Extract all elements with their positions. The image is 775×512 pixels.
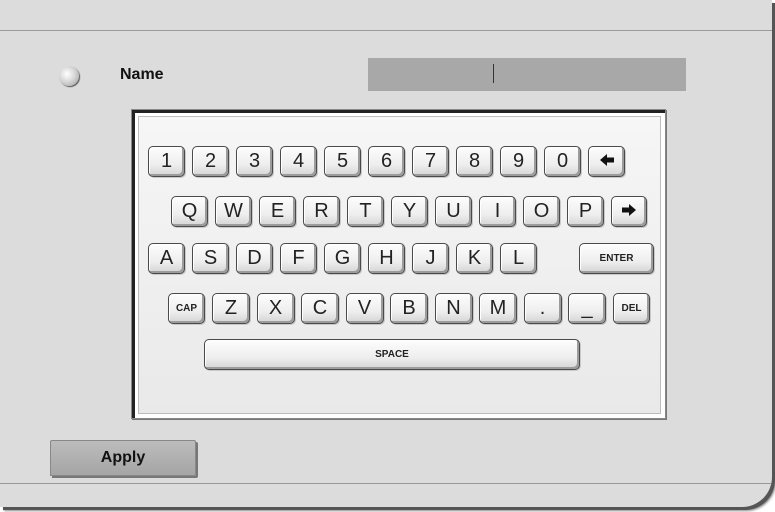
- key-z[interactable]: Z: [212, 293, 250, 324]
- key-label: .: [539, 297, 546, 319]
- key-label: Z: [224, 297, 238, 319]
- key-label: C: [312, 297, 328, 319]
- key-label: E: [270, 200, 285, 222]
- key-label: K: [467, 247, 482, 269]
- key-5[interactable]: 5: [324, 146, 361, 177]
- key-label: 0: [556, 150, 569, 172]
- key-caps[interactable]: CAP: [168, 293, 205, 324]
- key-h[interactable]: H: [368, 243, 405, 274]
- bottom-divider: [0, 483, 772, 484]
- key-0[interactable]: 0: [544, 146, 581, 177]
- key-label: H: [379, 247, 394, 269]
- key-delete[interactable]: DEL: [613, 293, 650, 324]
- key-p[interactable]: P: [567, 196, 604, 227]
- key-m[interactable]: M: [479, 293, 517, 324]
- key-label: CAP: [175, 303, 198, 314]
- key-a[interactable]: A: [148, 243, 185, 274]
- key-t[interactable]: T: [347, 196, 384, 227]
- key-label: W: [224, 200, 243, 222]
- key-y[interactable]: Y: [391, 196, 428, 227]
- key-d[interactable]: D: [236, 243, 273, 274]
- key-s[interactable]: S: [192, 243, 229, 274]
- key-l[interactable]: L: [500, 243, 537, 274]
- key-6[interactable]: 6: [368, 146, 405, 177]
- key-label: 1: [160, 150, 173, 172]
- key-8[interactable]: 8: [456, 146, 493, 177]
- key-label: U: [446, 200, 461, 222]
- key-enter[interactable]: ENTER: [579, 243, 654, 274]
- name-radio-button[interactable]: [59, 66, 79, 86]
- key-label: S: [203, 247, 218, 269]
- key-q[interactable]: Q: [171, 196, 208, 227]
- key-label: I: [494, 200, 501, 222]
- key-label: T: [359, 200, 372, 222]
- right-arrow-icon: [621, 200, 637, 223]
- key-label: G: [334, 247, 351, 269]
- key-r[interactable]: R: [303, 196, 340, 227]
- key-label: Q: [181, 200, 198, 222]
- key-u[interactable]: U: [435, 196, 472, 227]
- key-label: N: [446, 297, 461, 319]
- key-label: O: [533, 200, 550, 222]
- key-label: 9: [512, 150, 525, 172]
- key-label: 5: [336, 150, 349, 172]
- name-input[interactable]: [368, 58, 686, 91]
- key-label: V: [357, 297, 372, 319]
- key-x[interactable]: X: [256, 293, 295, 324]
- apply-button[interactable]: Apply: [50, 440, 196, 476]
- key-label: F: [292, 247, 305, 269]
- dialog-panel: Name 1 2 3 4 5 6 7 8 9 0 Q W E R T Y U I O P A S D F G H J K L ENTER C…: [0, 0, 772, 507]
- key-7[interactable]: 7: [412, 146, 449, 177]
- key-label: 3: [248, 150, 261, 172]
- key-label: M: [489, 297, 507, 319]
- key-b[interactable]: B: [390, 293, 428, 324]
- key-n[interactable]: N: [434, 293, 473, 324]
- key-label: SPACE: [375, 349, 409, 360]
- key-2[interactable]: 2: [192, 146, 229, 177]
- key-k[interactable]: K: [456, 243, 493, 274]
- key-g[interactable]: G: [324, 243, 361, 274]
- key-label: D: [247, 247, 262, 269]
- key-j[interactable]: J: [412, 243, 449, 274]
- key-label: R: [314, 200, 329, 222]
- key-label: B: [402, 297, 416, 319]
- key-label: _: [581, 297, 593, 319]
- key-f[interactable]: F: [280, 243, 317, 274]
- key-label: DEL: [621, 303, 642, 314]
- key-label: 7: [424, 150, 437, 172]
- key-v[interactable]: V: [345, 293, 384, 324]
- key-label: X: [268, 297, 283, 319]
- key-4[interactable]: 4: [280, 146, 317, 177]
- left-arrow-icon: [599, 150, 615, 173]
- key-o[interactable]: O: [523, 196, 560, 227]
- top-divider: [0, 30, 772, 31]
- key-label: A: [159, 247, 174, 269]
- key-space[interactable]: SPACE: [204, 339, 580, 370]
- key-label: P: [578, 200, 593, 222]
- key-label: J: [425, 247, 436, 269]
- key-label: 6: [380, 150, 393, 172]
- key-label: 4: [292, 150, 305, 172]
- key-label: ENTER: [599, 253, 634, 264]
- key-label: 2: [204, 150, 217, 172]
- key-label: 8: [468, 150, 481, 172]
- key-3[interactable]: 3: [236, 146, 273, 177]
- name-label: Name: [120, 66, 164, 83]
- text-cursor: [493, 64, 494, 83]
- key-period[interactable]: .: [523, 293, 562, 324]
- key-i[interactable]: I: [479, 196, 516, 227]
- key-label: Y: [402, 200, 417, 222]
- key-1[interactable]: 1: [148, 146, 185, 177]
- key-backspace[interactable]: [588, 146, 625, 177]
- key-label: L: [512, 247, 525, 269]
- key-9[interactable]: 9: [500, 146, 537, 177]
- key-c[interactable]: C: [301, 293, 339, 324]
- key-e[interactable]: E: [259, 196, 296, 227]
- key-w[interactable]: W: [215, 196, 252, 227]
- key-forward[interactable]: [611, 196, 647, 227]
- key-underscore[interactable]: _: [568, 293, 606, 324]
